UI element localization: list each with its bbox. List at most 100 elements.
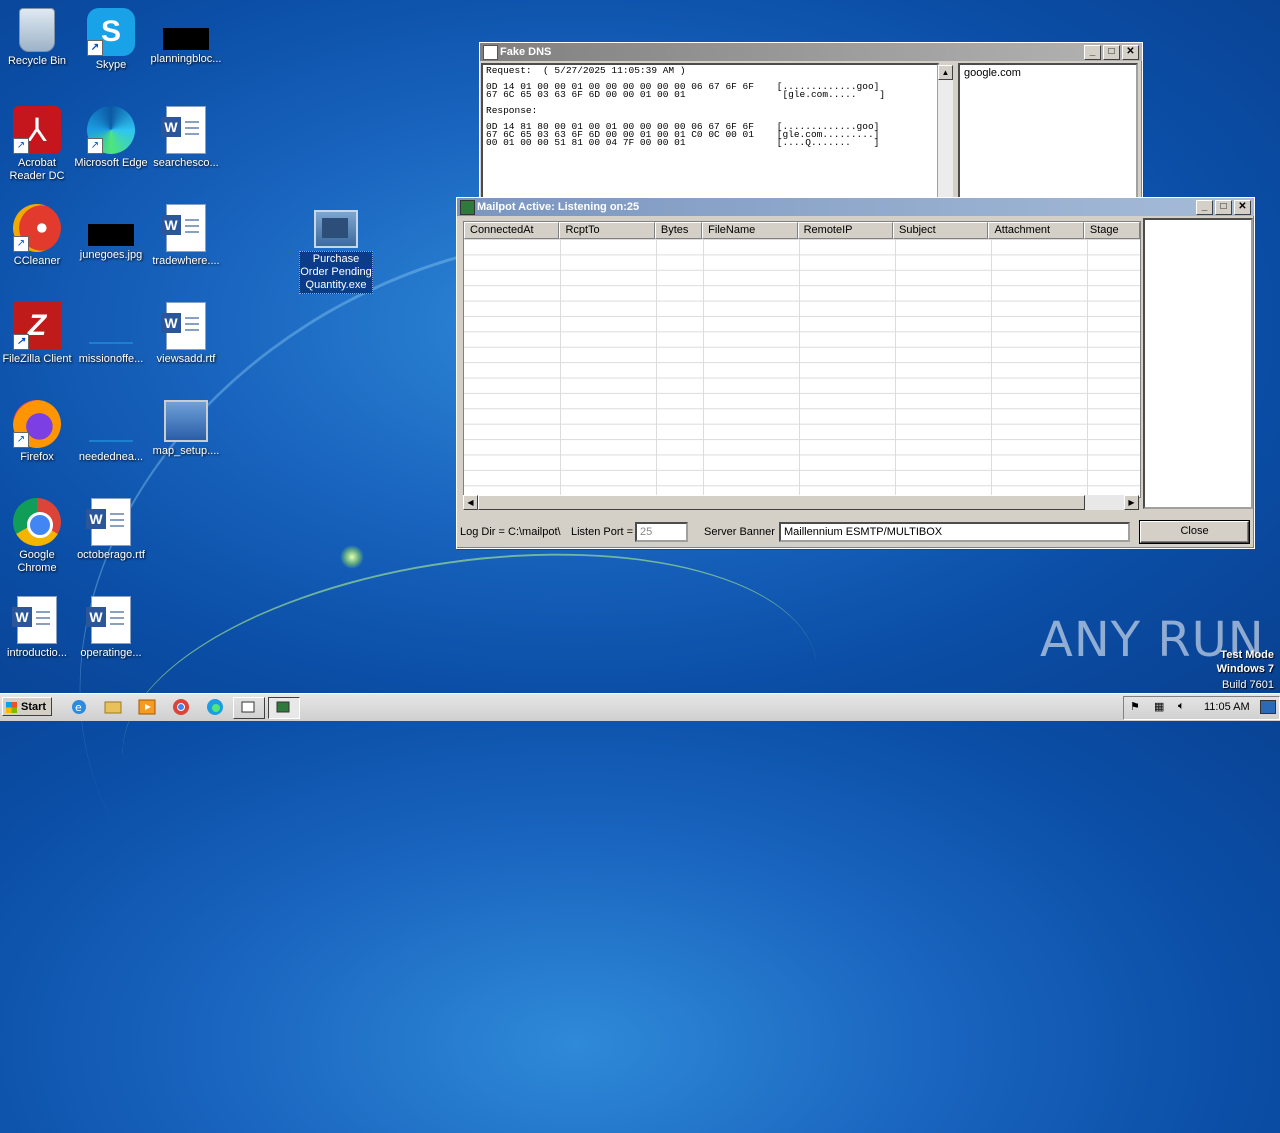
desktop-icon-label: tradewhere.... <box>152 255 220 267</box>
desktop-icon-label: CCleaner <box>13 255 61 267</box>
desktop-icon-missionoffe[interactable]: missionoffe... <box>74 302 148 366</box>
table-header: ConnectedAt RcptTo Bytes FileName Remote… <box>464 222 1140 239</box>
taskbar: Start e ⚑ ▦ 🔈︎ 11:05 AM <box>0 693 1280 721</box>
desktop-icon-junegoes[interactable]: junegoes.jpg <box>74 204 148 262</box>
mailpot-titlebar[interactable]: Mailpot Active: Listening on:25 _ □ ✕ <box>457 198 1254 216</box>
dns-log-area[interactable]: Request: ( 5/27/2025 11:05:39 AM ) 0D 14… <box>481 63 939 199</box>
log-dir-label: Log Dir = C:\mailpot\ <box>460 526 561 538</box>
explorer-taskbar-icon[interactable] <box>102 697 124 717</box>
desktop-icon-filezilla[interactable]: Z ↗ FileZilla Client <box>0 302 74 366</box>
listen-port-field[interactable]: 25 <box>635 522 688 542</box>
server-banner-label: Server Banner <box>704 526 775 538</box>
filezilla-icon: Z ↗ <box>13 302 61 350</box>
desktop-icon-label: missionoffe... <box>78 353 144 365</box>
show-desktop-icon[interactable] <box>1260 700 1276 714</box>
dns-log-scrollbar[interactable]: ▲ <box>938 65 953 197</box>
column-header[interactable]: RemoteIP <box>797 222 894 239</box>
desktop-icon-tradewhere[interactable]: W tradewhere.... <box>149 204 223 268</box>
minimize-button[interactable]: _ <box>1196 200 1213 215</box>
minimize-button[interactable]: _ <box>1084 45 1101 60</box>
desktop-icon-label: Firefox <box>20 451 54 463</box>
media-player-taskbar-icon[interactable] <box>136 697 158 717</box>
mailpot-side-panel[interactable] <box>1143 218 1253 509</box>
close-button[interactable]: ✕ <box>1122 45 1139 60</box>
dns-domain-list[interactable]: google.com <box>958 63 1138 199</box>
desktop-icon-recycle-bin[interactable]: Recycle Bin <box>0 8 74 68</box>
window-title: Fake DNS <box>500 46 552 58</box>
desktop-icon-firefox[interactable]: ↗ Firefox <box>0 400 74 464</box>
wallpaper-flare <box>340 545 364 569</box>
column-header[interactable]: ConnectedAt <box>464 222 560 239</box>
image-thumbnail-icon <box>163 28 209 50</box>
blank-file-icon <box>87 302 135 350</box>
desktop-icon-ccleaner[interactable]: ↗ CCleaner <box>0 204 74 268</box>
word-doc-icon: W <box>86 498 131 546</box>
maximize-button[interactable]: □ <box>1215 200 1232 215</box>
column-header[interactable]: Stage <box>1083 222 1140 239</box>
column-header[interactable]: Attachment <box>988 222 1084 239</box>
desktop-icon-purchase-order-exe[interactable]: Purchase Order Pending Quantity.exe <box>299 204 373 294</box>
scroll-right-icon[interactable]: ▶ <box>1124 495 1139 510</box>
mailpot-taskbar-button[interactable] <box>268 697 300 719</box>
desktop-icon-label: junegoes.jpg <box>79 249 143 261</box>
desktop-icon-octoberago[interactable]: W octoberago.rtf <box>74 498 148 562</box>
clock[interactable]: 11:05 AM <box>1204 701 1250 713</box>
server-banner-field[interactable]: Maillennium ESMTP/MULTIBOX <box>779 522 1130 542</box>
column-header[interactable]: Bytes <box>654 222 703 239</box>
mail-log-table[interactable]: ConnectedAt RcptTo Bytes FileName Remote… <box>463 221 1141 498</box>
table-horizontal-scrollbar[interactable]: ◀ ▶ <box>463 495 1139 510</box>
table-body[interactable] <box>464 239 1140 497</box>
flag-icon[interactable]: ⚑ <box>1130 700 1140 713</box>
scroll-left-icon[interactable]: ◀ <box>463 495 478 510</box>
exe-icon <box>314 210 358 248</box>
chrome-taskbar-icon[interactable] <box>170 697 192 717</box>
desktop-icon-label: octoberago.rtf <box>77 549 145 561</box>
desktop-icon-label: searchesco... <box>153 157 219 169</box>
desktop-icon-acrobat[interactable]: ⅄ ↗ Acrobat Reader DC <box>0 106 74 183</box>
word-doc-icon: W <box>12 596 57 644</box>
volume-icon[interactable]: 🔈︎ <box>1178 700 1185 713</box>
edge-taskbar-icon[interactable] <box>204 697 226 717</box>
desktop-icon-viewsadd[interactable]: W viewsadd.rtf <box>149 302 223 366</box>
desktop-icon-operatinge[interactable]: W operatinge... <box>74 596 148 660</box>
window-title: Mailpot Active: Listening on:25 <box>477 201 640 213</box>
fake-dns-taskbar-button[interactable] <box>233 697 265 719</box>
os-label: Windows 7 <box>1216 663 1274 675</box>
column-header[interactable]: FileName <box>702 222 798 239</box>
system-tray: ⚑ ▦ 🔈︎ 11:05 AM <box>1123 696 1280 720</box>
desktop-icon-searchesco[interactable]: W searchesco... <box>149 106 223 170</box>
close-button[interactable]: Close <box>1139 520 1250 544</box>
desktop-icon-planningbloc[interactable]: planningbloc... <box>149 8 223 66</box>
domain-list-item[interactable]: google.com <box>960 65 1136 81</box>
scroll-up-icon[interactable]: ▲ <box>938 65 953 80</box>
word-doc-icon: W <box>86 596 131 644</box>
column-header[interactable]: RcptTo <box>559 222 655 239</box>
chrome-icon <box>13 498 61 546</box>
scroll-thumb[interactable] <box>478 495 1085 510</box>
close-button[interactable]: ✕ <box>1234 200 1251 215</box>
firefox-icon: ↗ <box>13 400 61 448</box>
desktop-icon-label: map_setup.... <box>152 445 220 457</box>
desktop-icon-label: Skype <box>95 59 127 71</box>
desktop-icon-label: viewsadd.rtf <box>156 353 216 365</box>
network-icon[interactable]: ▦ <box>1154 700 1164 713</box>
fake-dns-titlebar[interactable]: Fake DNS _ □ ✕ <box>480 43 1142 61</box>
test-mode-label: Test Mode <box>1220 649 1274 661</box>
desktop-icon-neededne[interactable]: neededneа... <box>74 400 148 464</box>
desktop-icon-label: operatinge... <box>80 647 142 659</box>
desktop-icon-chrome[interactable]: Google Chrome <box>0 498 74 575</box>
ie-taskbar-icon[interactable]: e <box>68 697 90 717</box>
installer-icon <box>164 400 208 442</box>
start-button[interactable]: Start <box>2 697 52 716</box>
desktop-icon-edge[interactable]: ↗ Microsoft Edge <box>74 106 148 170</box>
image-thumbnail-icon <box>88 224 134 246</box>
desktop-icon-label: FileZilla Client <box>2 353 72 365</box>
edge-icon: ↗ <box>87 106 135 154</box>
maximize-button[interactable]: □ <box>1103 45 1120 60</box>
desktop-icon-label: planningbloc... <box>150 53 222 65</box>
desktop-icon-label: Acrobat Reader DC <box>9 157 65 182</box>
desktop-icon-skype[interactable]: S ↗ Skype <box>74 8 148 72</box>
column-header[interactable]: Subject <box>893 222 989 239</box>
desktop-icon-introductio[interactable]: W introductio... <box>0 596 74 660</box>
desktop-icon-map-setup[interactable]: map_setup.... <box>149 400 223 458</box>
